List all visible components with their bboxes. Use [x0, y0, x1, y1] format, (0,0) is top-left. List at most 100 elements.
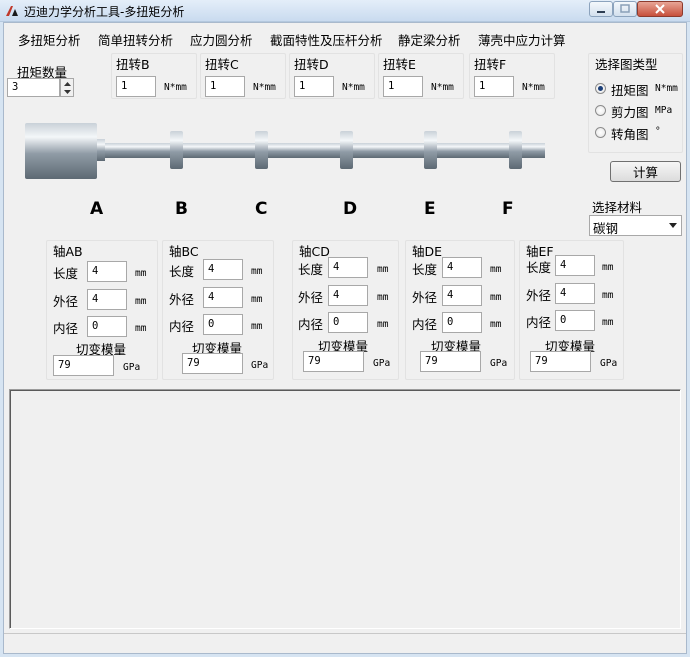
shaft-de-inner-input[interactable]: 0	[442, 312, 482, 333]
torque-diagram-label[interactable]: 扭矩图	[611, 80, 649, 99]
shaft-ab-inner-label: 内径	[53, 321, 79, 336]
shaft-wheel-d	[340, 131, 353, 169]
maximize-button[interactable]	[613, 1, 637, 17]
shaft-collar-a	[97, 139, 105, 161]
shaft-wheel-e	[424, 131, 437, 169]
shaft-base	[25, 123, 97, 179]
title-bar[interactable]: 迈迪力学分析工具-多扭矩分析	[0, 0, 690, 22]
shaft-rod	[95, 143, 545, 158]
shaft-ef-modulus-unit: GPa	[600, 358, 618, 369]
angle-diagram-label[interactable]: 转角图	[611, 124, 649, 143]
shaft-cd-modulus-unit: GPa	[373, 358, 391, 369]
torque-e-group: 扭转E 1 N*mm	[378, 53, 464, 99]
shaft-de-length-label: 长度	[412, 262, 438, 277]
shaft-cd-length-unit: mm	[377, 264, 389, 275]
torque-f-input[interactable]: 1	[474, 76, 514, 97]
shaft-ef-inner-input[interactable]: 0	[555, 310, 595, 331]
radio-shear-diagram[interactable]	[595, 105, 606, 116]
shaft-ab-outer-input[interactable]: 4	[87, 289, 127, 310]
main-window: 多扭矩分析 简单扭转分析 应力圆分析 截面特性及压杆分析 静定梁分析 薄壳中应力…	[3, 22, 687, 654]
torque-count-spinner[interactable]	[60, 78, 74, 97]
shaft-cd-inner-input[interactable]: 0	[328, 312, 368, 333]
shaft-de-outer-input[interactable]: 4	[442, 285, 482, 306]
menu-thin-shell[interactable]: 薄壳中应力计算	[478, 30, 566, 49]
shaft-ab-modulus-input[interactable]: 79	[53, 355, 114, 376]
torque-d-input[interactable]: 1	[294, 76, 334, 97]
torque-count-input[interactable]: 3	[7, 78, 60, 97]
chevron-down-icon[interactable]	[664, 216, 681, 235]
shaft-de-length-input[interactable]: 4	[442, 257, 482, 278]
torque-b-label: 扭转B	[116, 57, 150, 72]
close-button[interactable]	[637, 1, 683, 17]
shaft-ef-outer-label: 外径	[526, 288, 552, 303]
torque-b-input[interactable]: 1	[116, 76, 156, 97]
shaft-cd-outer-input[interactable]: 4	[328, 285, 368, 306]
radio-torque-diagram[interactable]	[595, 83, 606, 94]
shaft-cd-modulus-input[interactable]: 79	[303, 351, 364, 372]
shaft-cd-group: 轴CD 长度 4 mm 外径 4 mm 内径 0 mm 切变模量 79 GPa	[292, 240, 399, 380]
torque-b-unit: N*mm	[164, 82, 187, 93]
shaft-cd-title: 轴CD	[299, 244, 330, 259]
shear-diagram-unit: MPa	[655, 105, 673, 116]
shaft-cd-inner-label: 内径	[298, 317, 324, 332]
menu-section-analysis[interactable]: 截面特性及压杆分析	[270, 30, 383, 49]
menu-simple-torsion[interactable]: 简单扭转分析	[98, 30, 173, 49]
shaft-ab-outer-label: 外径	[53, 294, 79, 309]
point-b-label: B	[175, 199, 188, 219]
calculate-button[interactable]: 计算	[610, 161, 681, 182]
shaft-bc-outer-input[interactable]: 4	[203, 287, 243, 308]
shaft-ab-title: 轴AB	[53, 244, 83, 259]
radio-angle-diagram[interactable]	[595, 127, 606, 138]
shaft-bc-length-input[interactable]: 4	[203, 259, 243, 280]
shaft-wheel-f	[509, 131, 522, 169]
shaft-cd-outer-unit: mm	[377, 292, 389, 303]
shaft-bc-modulus-unit: GPa	[251, 360, 269, 371]
shaft-de-outer-unit: mm	[490, 292, 502, 303]
shaft-bc-inner-unit: mm	[251, 321, 263, 332]
torque-c-label: 扭转C	[205, 57, 239, 72]
material-label: 选择材料	[592, 200, 643, 215]
menu-stress-circle[interactable]: 应力圆分析	[190, 30, 253, 49]
shaft-ef-outer-input[interactable]: 4	[555, 283, 595, 304]
shaft-ab-inner-unit: mm	[135, 323, 147, 334]
torque-e-input[interactable]: 1	[383, 76, 423, 97]
shaft-cd-length-input[interactable]: 4	[328, 257, 368, 278]
shaft-bc-modulus-input[interactable]: 79	[182, 353, 243, 374]
shaft-cd-outer-label: 外径	[298, 290, 324, 305]
torque-f-unit: N*mm	[522, 82, 545, 93]
close-icon	[655, 4, 665, 14]
shaft-de-modulus-input[interactable]: 79	[420, 351, 481, 372]
result-chart-panel[interactable]	[9, 389, 681, 629]
material-select[interactable]: 碳钢	[589, 215, 682, 236]
spin-down-icon[interactable]	[61, 87, 73, 96]
shaft-de-modulus-unit: GPa	[490, 358, 508, 369]
point-d-label: D	[343, 199, 358, 219]
menu-static-beam[interactable]: 静定梁分析	[398, 30, 461, 49]
shaft-ab-outer-unit: mm	[135, 296, 147, 307]
shaft-ef-outer-unit: mm	[602, 290, 614, 301]
point-a-label: A	[90, 199, 104, 219]
torque-c-input[interactable]: 1	[205, 76, 245, 97]
shaft-bc-outer-label: 外径	[169, 292, 195, 307]
shaft-ef-modulus-input[interactable]: 79	[530, 351, 591, 372]
shaft-ab-length-input[interactable]: 4	[87, 261, 127, 282]
shaft-wheel-b	[170, 131, 183, 169]
torque-b-group: 扭转B 1 N*mm	[111, 53, 197, 99]
shaft-bc-inner-input[interactable]: 0	[203, 314, 243, 335]
chart-type-group: 选择图类型 扭矩图 N*mm 剪力图 MPa 转角图 °	[588, 53, 683, 153]
shaft-ab-inner-input[interactable]: 0	[87, 316, 127, 337]
shaft-bc-length-unit: mm	[251, 266, 263, 277]
shaft-ef-length-unit: mm	[602, 262, 614, 273]
menu-multi-torque[interactable]: 多扭矩分析	[18, 30, 81, 49]
torque-d-unit: N*mm	[342, 82, 365, 93]
shaft-ef-inner-label: 内径	[526, 315, 552, 330]
shaft-ef-inner-unit: mm	[602, 317, 614, 328]
shaft-diagram	[25, 123, 545, 179]
minimize-button[interactable]	[589, 1, 613, 17]
shear-diagram-label[interactable]: 剪力图	[611, 102, 649, 121]
window-title: 迈迪力学分析工具-多扭矩分析	[24, 5, 185, 19]
torque-e-label: 扭转E	[383, 57, 416, 72]
torque-e-unit: N*mm	[431, 82, 454, 93]
shaft-ef-length-input[interactable]: 4	[555, 255, 595, 276]
angle-diagram-unit: °	[655, 126, 661, 137]
